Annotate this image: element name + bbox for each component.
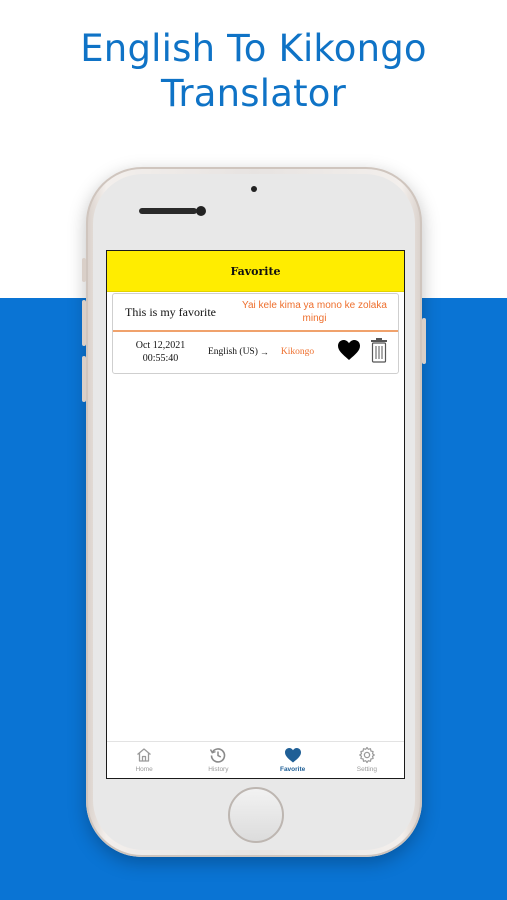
source-text: This is my favorite	[125, 304, 216, 319]
phone-speaker	[139, 208, 197, 214]
translated-text: Yai kele kima ya mono ke zolaka mingi	[242, 300, 387, 324]
tab-favorite-label: Favorite	[279, 766, 306, 773]
tab-history[interactable]: History	[181, 742, 255, 778]
history-icon	[210, 748, 226, 763]
headline-line-1: English To Kikongo	[80, 27, 427, 70]
delete-button[interactable]	[370, 337, 388, 363]
date-text: Oct 12,2021	[135, 340, 186, 351]
tab-setting-label: Setting	[356, 766, 377, 773]
target-language: Kikongo	[280, 347, 315, 357]
tab-home[interactable]: Home	[107, 742, 181, 778]
timestamp: Oct 12,2021 00:55:40	[113, 339, 208, 365]
phone-volume-down	[82, 356, 86, 402]
page-title: Favorite	[230, 264, 281, 278]
tab-history-label: History	[208, 766, 229, 773]
tab-favorite[interactable]: Favorite	[256, 742, 330, 778]
promo-headline: English To Kikongo Translator	[0, 26, 507, 116]
tab-setting[interactable]: Setting	[330, 742, 404, 778]
phone-mute-switch	[82, 258, 86, 282]
favorite-heart-button[interactable]	[337, 338, 361, 362]
heart-icon	[338, 340, 360, 360]
favorite-card[interactable]: This is my favorite Yai kele kima ya mon…	[112, 293, 399, 374]
source-language: English (US)	[208, 347, 258, 357]
tab-home-label: Home	[135, 766, 153, 773]
phone-power-button	[422, 318, 426, 364]
arrow-right-icon: →	[259, 347, 269, 357]
phone-volume-up	[82, 300, 86, 346]
headline-line-2: Translator	[160, 72, 347, 115]
time-text: 00:55:40	[142, 353, 179, 364]
app-screen: Favorite This is my favorite Yai kele ki…	[106, 250, 405, 779]
bottom-tab-bar: Home History Favorite Setting	[107, 741, 404, 778]
heart-icon	[284, 748, 301, 763]
favorite-card-meta: Oct 12,2021 00:55:40 English (US) → Kiko…	[113, 332, 398, 372]
app-header: Favorite	[107, 251, 404, 292]
favorite-card-texts: This is my favorite Yai kele kima ya mon…	[113, 294, 398, 332]
phone-home-button[interactable]	[228, 787, 284, 843]
home-icon	[137, 748, 152, 762]
phone-front-camera	[196, 206, 206, 216]
trash-icon	[371, 338, 387, 363]
phone-sensor	[251, 186, 257, 192]
gear-icon	[358, 746, 375, 764]
